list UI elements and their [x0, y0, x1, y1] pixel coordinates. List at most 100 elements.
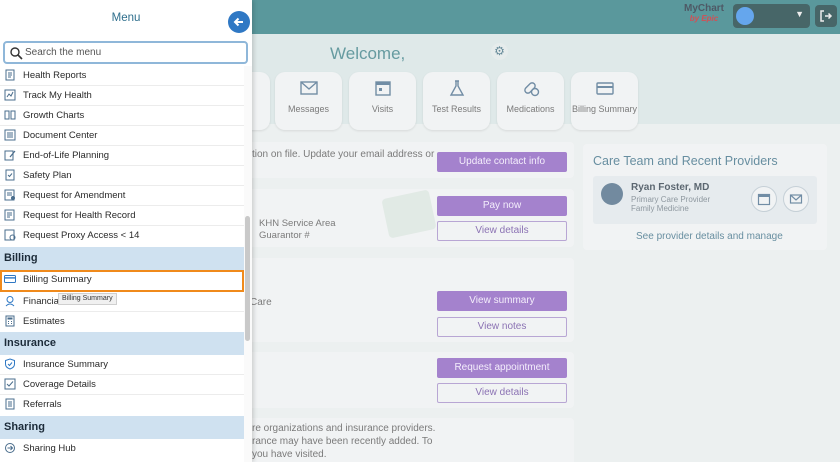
tile-messages[interactable]: Messages	[275, 72, 342, 130]
view-details-button-2[interactable]: View details	[437, 383, 567, 403]
chart-icon	[4, 89, 16, 101]
section-header-billing: Billing	[0, 247, 244, 270]
envelope-icon	[789, 194, 803, 204]
financial-assistance-icon	[4, 295, 16, 307]
avatar	[736, 7, 754, 25]
pay-now-button[interactable]: Pay now	[437, 196, 567, 216]
provider-role: Primary Care Provider	[631, 195, 711, 204]
menu-item-label: Insurance Summary	[23, 359, 109, 370]
brand-line2: by Epic	[689, 14, 719, 23]
mychart-logo[interactable]: MyChart by Epic	[684, 3, 724, 31]
menu-item-label: Document Center	[23, 130, 98, 141]
tile-label: Billing Summary	[571, 104, 638, 114]
proxy-icon	[4, 229, 16, 241]
view-summary-button[interactable]: View summary	[437, 291, 567, 311]
calendar-icon	[349, 78, 416, 104]
info-line-2: rance may have been recently added. To	[252, 436, 433, 447]
calculator-icon	[4, 315, 16, 327]
info-line-1: re organizations and insurance providers…	[252, 423, 436, 434]
tile-label: Visits	[371, 104, 394, 114]
flask-icon	[423, 78, 490, 104]
back-button[interactable]	[228, 11, 250, 33]
menu-list: Health Reports Track My Health Growth Ch…	[0, 66, 244, 462]
logout-button[interactable]	[815, 5, 837, 27]
account-switcher[interactable]: ▼	[733, 4, 810, 28]
contact-text: tion on file. Update your email address …	[252, 149, 435, 160]
growth-icon	[4, 109, 16, 121]
share-icon	[4, 442, 16, 454]
menu-item-track-my-health[interactable]: Track My Health	[0, 86, 244, 106]
scrollbar-thumb[interactable]	[245, 216, 250, 341]
shield-icon	[4, 358, 16, 370]
care-fragment: Care	[250, 297, 272, 308]
brand-line1: MyChart	[684, 3, 725, 14]
tile-test-results[interactable]: Test Results	[423, 72, 490, 130]
menu-item-document-center[interactable]: Document Center	[0, 126, 244, 146]
report-icon	[4, 69, 16, 81]
tile-billing-summary[interactable]: Billing Summary	[571, 72, 638, 130]
section-header-insurance: Insurance	[0, 332, 244, 355]
message-provider-button[interactable]	[783, 186, 809, 212]
menu-item-label: Financia	[23, 296, 59, 307]
menu-item-request-proxy-access[interactable]: Request Proxy Access < 14	[0, 226, 244, 246]
menu-item-financial-assistance[interactable]: Financia	[0, 292, 244, 312]
request-icon	[4, 189, 16, 201]
provider-name: Ryan Foster, MD	[631, 182, 710, 193]
coverage-icon	[4, 378, 16, 390]
provider-card[interactable]: Ryan Foster, MD Primary Care Provider Fa…	[593, 176, 817, 224]
menu-item-label: Referrals	[23, 399, 62, 410]
chevron-down-icon: ▼	[795, 9, 804, 19]
menu-item-label: Sharing Hub	[23, 443, 76, 454]
folder-icon	[4, 129, 16, 141]
billing-area: KHN Service Area	[259, 218, 336, 229]
menu-item-label: Health Reports	[23, 70, 87, 81]
view-notes-button[interactable]: View notes	[437, 317, 567, 337]
view-details-button[interactable]: View details	[437, 221, 567, 241]
menu-item-end-of-life-planning[interactable]: End-of-Life Planning	[0, 146, 244, 166]
care-team-title: Care Team and Recent Providers	[593, 154, 778, 168]
schedule-button[interactable]	[751, 186, 777, 212]
menu-search[interactable]	[3, 41, 248, 64]
menu-item-health-reports[interactable]: Health Reports	[0, 66, 244, 86]
menu-item-insurance-summary[interactable]: Insurance Summary	[0, 355, 244, 375]
credit-card-icon	[571, 78, 638, 104]
see-provider-details-link[interactable]: See provider details and manage	[636, 231, 783, 242]
record-icon	[4, 209, 16, 221]
search-input[interactable]	[25, 45, 241, 60]
menu-item-sharing-hub[interactable]: Sharing Hub	[0, 439, 244, 459]
menu-item-referrals[interactable]: Referrals	[0, 395, 244, 415]
menu-item-label: Safety Plan	[23, 170, 72, 181]
section-title: Billing	[4, 252, 38, 264]
gear-icon[interactable]: ⚙	[491, 43, 508, 60]
menu-item-coverage-details[interactable]: Coverage Details	[0, 375, 244, 395]
menu-item-safety-plan[interactable]: Safety Plan	[0, 166, 244, 186]
menu-item-request-for-amendment[interactable]: Request for Amendment	[0, 186, 244, 206]
menu-item-request-for-health-record[interactable]: Request for Health Record	[0, 206, 244, 226]
search-icon	[10, 47, 23, 60]
menu-item-growth-charts[interactable]: Growth Charts	[0, 106, 244, 126]
update-contact-button[interactable]: Update contact info	[437, 152, 567, 172]
menu-item-label: Request for Amendment	[23, 190, 126, 201]
tile-label: Messages	[287, 104, 330, 114]
menu-item-estimates[interactable]: Estimates	[0, 312, 244, 332]
pill-icon	[497, 78, 564, 104]
menu-item-label: Estimates	[23, 316, 65, 327]
envelope-icon	[275, 78, 342, 104]
menu-item-billing-summary[interactable]: Billing Summary	[0, 270, 244, 292]
info-line-3: you have visited.	[252, 449, 327, 460]
request-appointment-button[interactable]: Request appointment	[437, 358, 567, 378]
tile-label: Test Results	[431, 104, 482, 114]
menu-panel: Menu Health Reports Track My Health Grow…	[0, 0, 252, 462]
tile-label: Medications	[506, 104, 555, 114]
menu-item-label: Growth Charts	[23, 110, 85, 121]
menu-item-label: End-of-Life Planning	[23, 150, 110, 161]
tile-visits[interactable]: Visits	[349, 72, 416, 130]
tile-medications[interactable]: Medications	[497, 72, 564, 130]
referral-icon	[4, 398, 16, 410]
menu-item-label: Coverage Details	[23, 379, 96, 390]
guarantor-label: Guarantor #	[259, 230, 310, 241]
menu-item-label: Request Proxy Access < 14	[23, 230, 140, 241]
menu-item-label: Billing Summary	[23, 274, 92, 285]
document-pen-icon	[4, 149, 16, 161]
credit-card-icon	[4, 273, 16, 285]
